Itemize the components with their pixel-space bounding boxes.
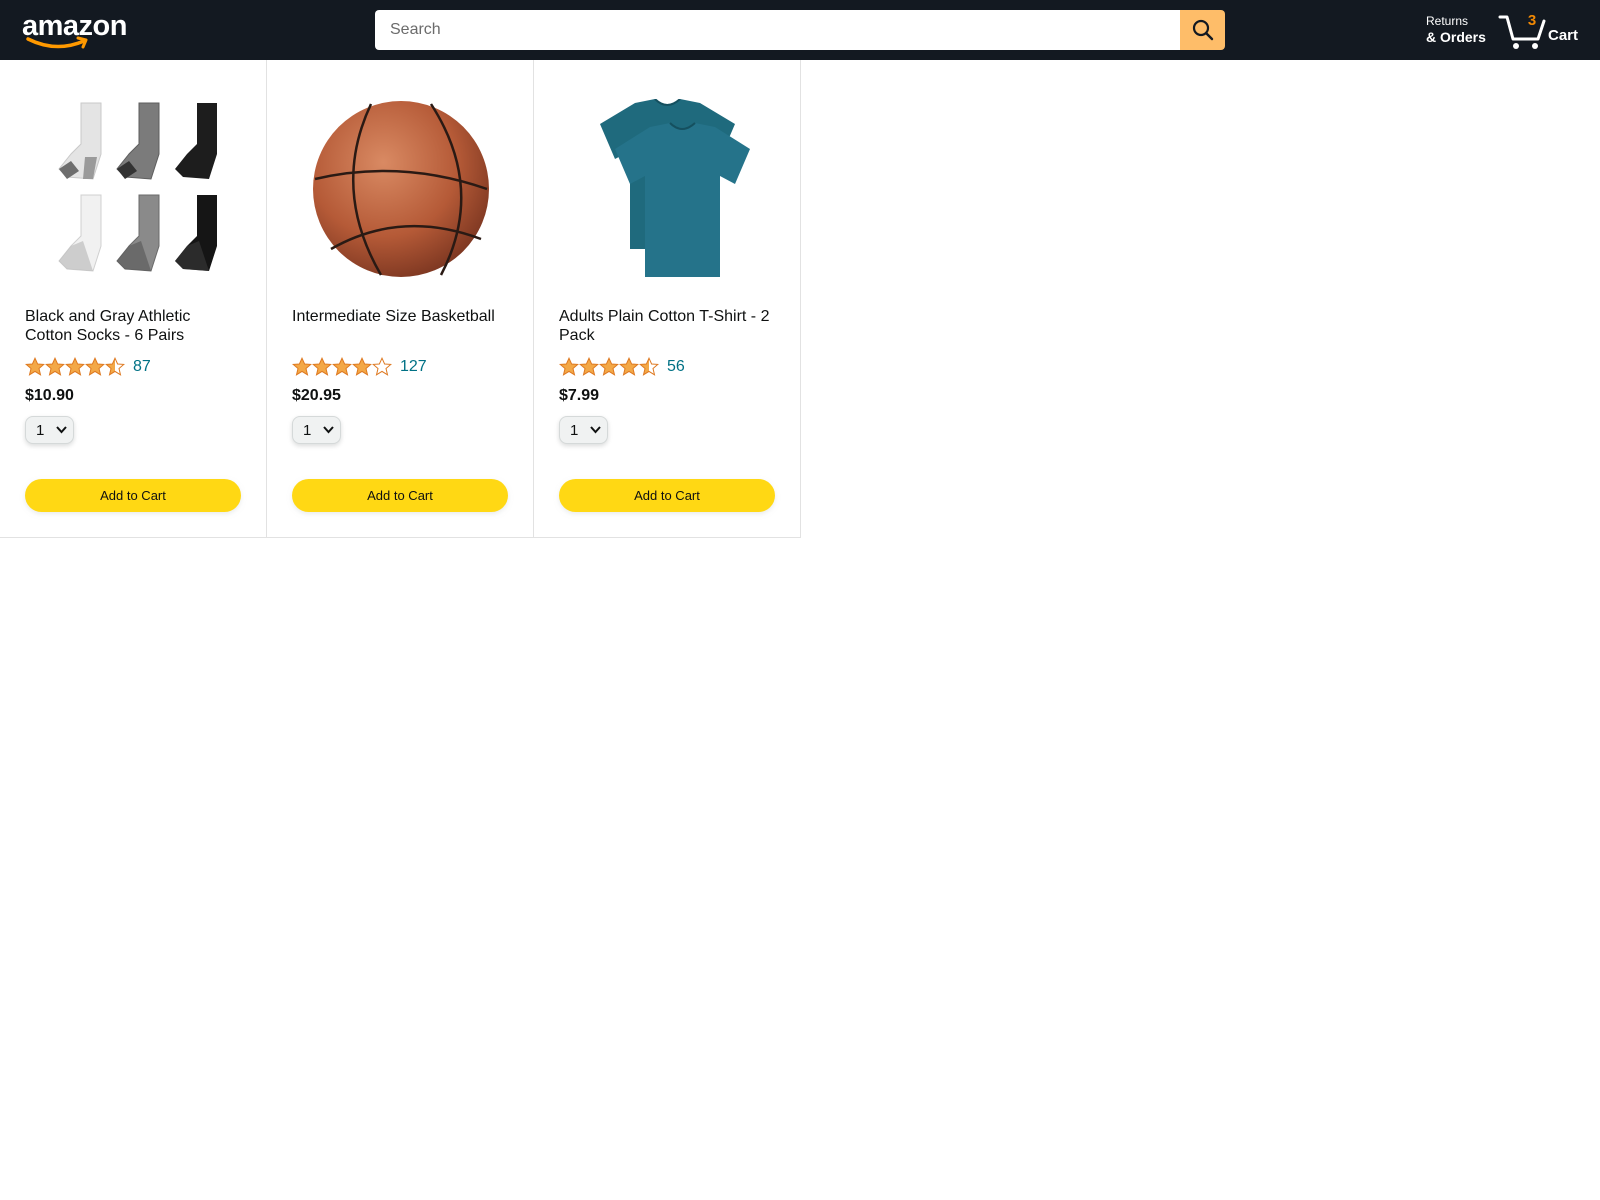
logo-smile-icon bbox=[26, 36, 88, 49]
star-full-icon bbox=[619, 357, 639, 376]
rating-count[interactable]: 87 bbox=[133, 358, 151, 376]
cart-count-badge: 3 bbox=[1527, 12, 1537, 29]
star-full-icon bbox=[292, 357, 312, 376]
socks-illustration bbox=[57, 102, 217, 272]
chevron-down-icon bbox=[56, 426, 67, 434]
tshirt-image bbox=[559, 97, 776, 280]
product-grid: Black and Gray Athletic Cotton Socks - 6… bbox=[0, 60, 801, 538]
product-name[interactable]: Adults Plain Cotton T-Shirt - 2 Pack bbox=[559, 307, 775, 347]
star-full-icon bbox=[25, 357, 45, 376]
product-rating[interactable]: 87 bbox=[25, 356, 241, 378]
basketball-illustration bbox=[312, 100, 489, 277]
star-full-icon bbox=[85, 357, 105, 376]
product-price: $10.90 bbox=[25, 387, 74, 404]
star-full-icon bbox=[599, 357, 619, 376]
add-to-cart-button[interactable]: Add to Cart bbox=[292, 479, 508, 512]
product-name[interactable]: Black and Gray Athletic Cotton Socks - 6… bbox=[25, 307, 241, 347]
star-empty-icon bbox=[372, 357, 392, 376]
star-full-icon bbox=[45, 357, 65, 376]
top-header: amazon Returns & Orders 3 Cart bbox=[0, 0, 1600, 60]
quantity-value: 1 bbox=[36, 421, 45, 439]
quantity-value: 1 bbox=[570, 421, 579, 439]
search-button[interactable] bbox=[1180, 10, 1225, 50]
search-icon bbox=[1192, 19, 1213, 41]
socks-image bbox=[25, 97, 242, 280]
rating-stars bbox=[559, 357, 659, 377]
search-input[interactable] bbox=[375, 10, 1180, 50]
star-full-icon bbox=[65, 357, 85, 376]
returns-orders-link[interactable]: Returns & Orders bbox=[1426, 13, 1486, 45]
product-price: $7.99 bbox=[559, 387, 600, 404]
product-card: Adults Plain Cotton T-Shirt - 2 Pack 56 … bbox=[534, 60, 801, 538]
star-full-icon bbox=[579, 357, 599, 376]
rating-count[interactable]: 56 bbox=[667, 358, 685, 376]
quantity-select[interactable]: 1 bbox=[292, 416, 341, 444]
quantity-select[interactable]: 1 bbox=[559, 416, 608, 444]
rating-stars bbox=[292, 357, 392, 377]
star-full-icon bbox=[559, 357, 579, 376]
star-full-icon bbox=[332, 357, 352, 376]
tshirt-illustration bbox=[600, 98, 750, 277]
cart-link[interactable]: 3 Cart bbox=[1498, 8, 1588, 52]
basketball-image bbox=[292, 97, 509, 280]
star-full-icon bbox=[312, 357, 332, 376]
product-card: Intermediate Size Basketball 127 $20.95 … bbox=[267, 60, 534, 538]
orders-label: & Orders bbox=[1426, 29, 1486, 45]
star-half-icon bbox=[639, 357, 659, 376]
chevron-down-icon bbox=[590, 426, 601, 434]
amazon-logo[interactable]: amazon bbox=[22, 8, 132, 49]
product-rating[interactable]: 127 bbox=[292, 356, 508, 378]
product-rating[interactable]: 56 bbox=[559, 356, 775, 378]
cart-label: Cart bbox=[1548, 27, 1579, 44]
chevron-down-icon bbox=[323, 426, 334, 434]
product-card: Black and Gray Athletic Cotton Socks - 6… bbox=[0, 60, 267, 538]
rating-count[interactable]: 127 bbox=[400, 358, 427, 376]
star-half-icon bbox=[105, 357, 125, 376]
rating-stars bbox=[25, 357, 125, 377]
product-name[interactable]: Intermediate Size Basketball bbox=[292, 307, 508, 347]
star-full-icon bbox=[352, 357, 372, 376]
add-to-cart-button[interactable]: Add to Cart bbox=[25, 479, 241, 512]
quantity-select[interactable]: 1 bbox=[25, 416, 74, 444]
returns-label: Returns bbox=[1426, 14, 1469, 28]
product-price: $20.95 bbox=[292, 387, 341, 404]
quantity-value: 1 bbox=[303, 421, 312, 439]
add-to-cart-button[interactable]: Add to Cart bbox=[559, 479, 775, 512]
search-bar bbox=[375, 10, 1225, 50]
